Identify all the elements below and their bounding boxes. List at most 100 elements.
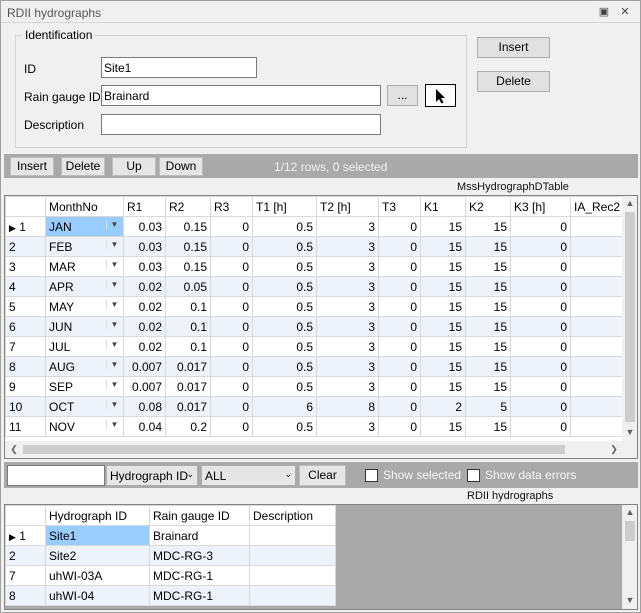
value-cell[interactable]: 0 [210, 376, 253, 397]
value-cell[interactable]: 3 [316, 376, 379, 397]
value-cell[interactable]: 0.017 [165, 356, 211, 377]
month-cell[interactable]: MAY ▼ [45, 296, 124, 317]
value-cell[interactable]: 0.1 [165, 336, 211, 357]
value-cell[interactable]: 15 [420, 216, 466, 237]
value-cell[interactable]: 0 [210, 256, 253, 277]
value-cell[interactable]: 0 [510, 356, 571, 377]
table-row[interactable]: 6 JUN ▼ 0.02 0.1 0 0.5 3 0 15 15 0 [5, 316, 631, 337]
value-cell[interactable]: 0.03 [123, 216, 166, 237]
value-cell[interactable]: 0.1 [165, 316, 211, 337]
column-header[interactable]: Description [249, 505, 336, 526]
dropdown-arrow-icon[interactable]: ▼ [106, 399, 120, 409]
value-cell[interactable]: 0 [510, 376, 571, 397]
column-header[interactable]: K2 [465, 196, 511, 217]
value-cell[interactable]: 3 [316, 356, 379, 377]
row-number[interactable]: 6 [5, 316, 46, 337]
pick-gauge-button[interactable] [425, 84, 456, 107]
filter-value-select[interactable]: ALL ⌄ [201, 465, 296, 486]
value-cell[interactable]: 0.02 [123, 276, 166, 297]
value-cell[interactable]: 0 [210, 336, 253, 357]
value-cell[interactable]: 15 [420, 356, 466, 377]
table-row[interactable]: ▶ 1 Site1 Brainard [5, 525, 336, 546]
dropdown-arrow-icon[interactable]: ▼ [106, 239, 120, 249]
month-cell[interactable]: NOV ▼ [45, 416, 124, 437]
value-cell[interactable]: 0 [210, 396, 253, 417]
row-number[interactable]: 11 [5, 416, 46, 437]
month-cell[interactable]: MAR ▼ [45, 256, 124, 277]
month-cell[interactable]: JUL ▼ [45, 336, 124, 357]
scroll-right-icon[interactable]: ❯ [607, 444, 621, 455]
value-cell[interactable]: 0.02 [123, 296, 166, 317]
value-cell[interactable]: 3 [316, 236, 379, 257]
upper-vertical-scrollbar[interactable]: ▲ ▼ [622, 196, 637, 441]
value-cell[interactable]: 0.15 [165, 236, 211, 257]
month-cell[interactable]: APR ▼ [45, 276, 124, 297]
id-input[interactable]: Site1 [101, 57, 257, 78]
hscroll-thumb[interactable] [23, 445, 565, 454]
value-cell[interactable]: 15 [465, 356, 511, 377]
value-cell[interactable]: 0 [510, 316, 571, 337]
hydrograph-id-cell[interactable]: Site2 [45, 545, 150, 566]
clear-filter-button[interactable]: Clear [299, 465, 346, 486]
value-cell[interactable]: 0.007 [123, 376, 166, 397]
value-cell[interactable]: 0 [210, 296, 253, 317]
row-number[interactable]: 2 [5, 545, 46, 566]
value-cell[interactable]: 5 [465, 396, 511, 417]
dropdown-arrow-icon[interactable]: ▼ [106, 359, 120, 369]
value-cell[interactable]: 0.5 [252, 236, 317, 257]
value-cell[interactable]: 0 [510, 216, 571, 237]
value-cell[interactable]: 0 [210, 316, 253, 337]
rain-gauge-cell[interactable]: MDC-RG-3 [149, 545, 250, 566]
value-cell[interactable]: 0.15 [165, 256, 211, 277]
month-cell[interactable]: AUG ▼ [45, 356, 124, 377]
value-cell[interactable]: 0 [378, 396, 421, 417]
row-number[interactable]: 7 [5, 336, 46, 357]
rain-gauge-input[interactable]: Brainard [101, 85, 381, 106]
value-cell[interactable]: 0.05 [165, 276, 211, 297]
move-down-button[interactable]: Down [159, 157, 203, 176]
rain-gauge-cell[interactable]: Brainard [149, 525, 250, 546]
value-cell[interactable]: 15 [465, 256, 511, 277]
column-header[interactable]: T3 [378, 196, 421, 217]
value-cell[interactable]: 0.5 [252, 336, 317, 357]
table-row[interactable]: 2 FEB ▼ 0.03 0.15 0 0.5 3 0 15 15 0 [5, 236, 631, 257]
value-cell[interactable]: 3 [316, 216, 379, 237]
value-cell[interactable]: 8 [316, 396, 379, 417]
value-cell[interactable]: 3 [316, 316, 379, 337]
value-cell[interactable]: 15 [465, 376, 511, 397]
value-cell[interactable]: 3 [316, 276, 379, 297]
table-row[interactable]: 2 Site2 MDC-RG-3 [5, 545, 336, 566]
value-cell[interactable]: 3 [316, 256, 379, 277]
row-number[interactable]: 8 [5, 356, 46, 377]
value-cell[interactable]: 15 [465, 216, 511, 237]
value-cell[interactable]: 0 [378, 256, 421, 277]
value-cell[interactable]: 15 [465, 336, 511, 357]
value-cell[interactable]: 0.5 [252, 256, 317, 277]
scroll-up-icon[interactable]: ▲ [623, 198, 637, 208]
value-cell[interactable]: 0.5 [252, 296, 317, 317]
value-cell[interactable]: 0 [378, 236, 421, 257]
value-cell[interactable]: 2 [420, 396, 466, 417]
value-cell[interactable]: 15 [420, 376, 466, 397]
value-cell[interactable]: 15 [420, 416, 466, 437]
row-number[interactable]: 4 [5, 276, 46, 297]
dropdown-arrow-icon[interactable]: ▼ [106, 279, 120, 289]
value-cell[interactable]: 0 [510, 396, 571, 417]
dropdown-arrow-icon[interactable]: ▼ [106, 319, 120, 329]
delete-hydrograph-button[interactable]: Delete [477, 71, 550, 92]
column-header[interactable]: Rain gauge ID [149, 505, 250, 526]
value-cell[interactable]: 0 [510, 256, 571, 277]
hydrograph-id-cell[interactable]: uhWI-04 [45, 585, 150, 606]
dropdown-arrow-icon[interactable]: ▼ [106, 219, 120, 229]
value-cell[interactable]: 0.5 [252, 316, 317, 337]
table-row[interactable]: 7 uhWI-03A MDC-RG-1 [5, 565, 336, 586]
scroll-down-icon[interactable]: ▼ [623, 595, 637, 605]
row-number[interactable]: 9 [5, 376, 46, 397]
value-cell[interactable]: 15 [465, 296, 511, 317]
row-number[interactable]: 2 [5, 236, 46, 257]
value-cell[interactable]: 0.007 [123, 356, 166, 377]
month-cell[interactable]: JAN ▼ [45, 216, 124, 237]
hydrograph-id-cell[interactable]: uhWI-03A [45, 565, 150, 586]
scroll-thumb[interactable] [625, 521, 635, 541]
value-cell[interactable]: 0 [210, 276, 253, 297]
